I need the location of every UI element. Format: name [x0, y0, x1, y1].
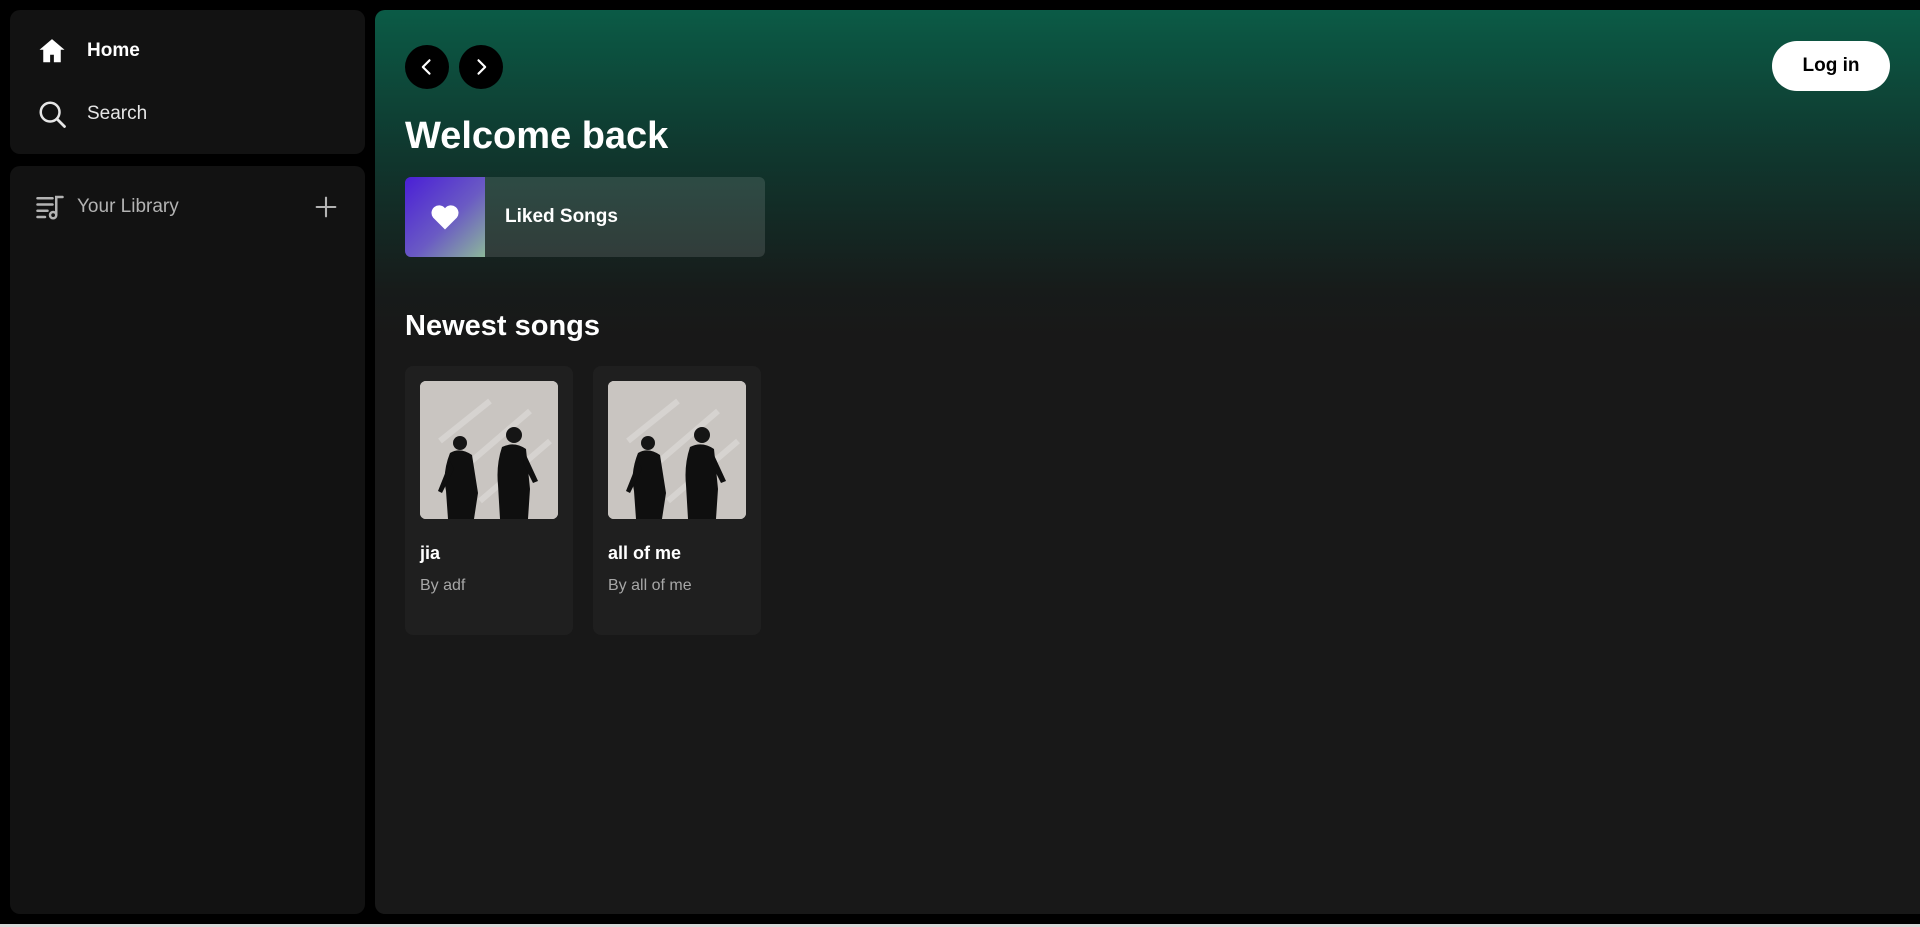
sidebar-item-label: Home — [87, 40, 140, 61]
history-navigation — [405, 45, 503, 89]
song-cover-image — [608, 381, 746, 519]
plus-icon[interactable] — [312, 193, 340, 221]
album-art — [420, 381, 558, 519]
sidebar-nav: Home Search — [10, 10, 365, 154]
library-header: Your Library — [35, 186, 340, 228]
song-card[interactable]: all of me By all of me — [593, 366, 761, 635]
song-title: jia — [420, 543, 441, 563]
song-cover-image — [420, 381, 558, 519]
home-icon — [39, 39, 65, 63]
forward-button[interactable] — [459, 45, 503, 89]
sidebar-item-label: Search — [87, 103, 148, 124]
chevron-right-icon — [477, 59, 487, 75]
song-card[interactable]: jia By adf — [405, 366, 573, 635]
song-grid: jia By adf all of me By all of me — [405, 366, 761, 635]
sidebar-item-home[interactable]: Home — [37, 30, 365, 72]
login-button[interactable]: Log in — [1772, 41, 1890, 91]
heart-icon — [431, 205, 459, 230]
app-window: Home Search Your Library Log in Welcome … — [0, 0, 1920, 927]
library-label[interactable]: Your Library — [77, 196, 312, 218]
main-content: Log in Welcome back Liked Songs Newest s… — [375, 10, 1920, 914]
liked-songs-card[interactable]: Liked Songs — [405, 177, 765, 257]
liked-songs-thumbnail — [405, 177, 485, 257]
album-art — [608, 381, 746, 519]
song-artist: By all of me — [608, 577, 692, 594]
back-button[interactable] — [405, 45, 449, 89]
sidebar-library: Your Library — [10, 166, 365, 914]
liked-songs-label: Liked Songs — [505, 206, 618, 227]
song-artist: By adf — [420, 577, 466, 594]
song-title: all of me — [608, 543, 682, 563]
sidebar-item-search[interactable]: Search — [37, 93, 365, 135]
page-title: Welcome back — [405, 115, 669, 157]
section-title-newest: Newest songs — [405, 310, 600, 342]
library-icon[interactable] — [35, 192, 65, 222]
chevron-left-icon — [421, 59, 431, 75]
search-icon — [39, 101, 66, 128]
